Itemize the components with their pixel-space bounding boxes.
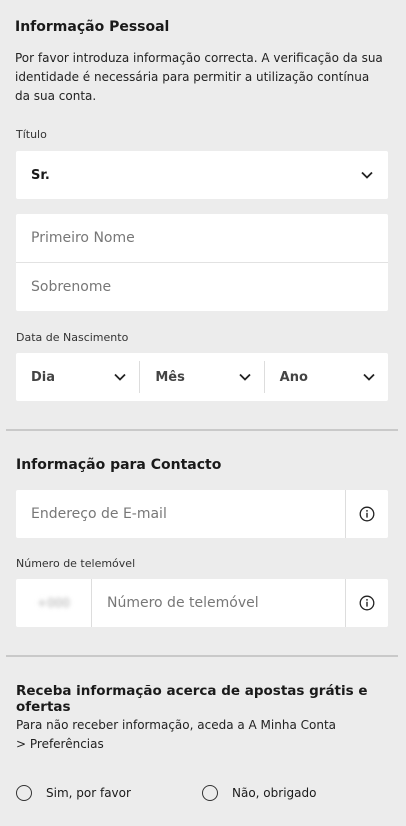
phone-prefix-value: +000 (37, 596, 70, 610)
opt-in-yes[interactable]: Sim, por favor (16, 785, 131, 801)
dob-label: Data de Nascimento (16, 331, 129, 344)
chevron-down-icon (361, 171, 373, 179)
info-icon (359, 506, 375, 522)
dob-month-label: Mês (155, 369, 185, 385)
dob-day-label: Dia (31, 369, 56, 385)
email-info-button[interactable] (345, 490, 388, 538)
dob-year-label: Ano (279, 369, 308, 385)
chevron-down-icon (114, 373, 126, 381)
phone-row: +000 Número de telemóvel (16, 579, 388, 627)
dob-month-select[interactable]: Mês (139, 361, 263, 393)
radio-yes[interactable] (16, 785, 32, 801)
section-divider (6, 429, 398, 431)
info-icon (359, 595, 375, 611)
contact-title: Informação para Contacto (16, 457, 222, 473)
phone-field[interactable]: Número de telemóvel (92, 579, 345, 627)
chevron-down-icon (363, 373, 375, 381)
titulo-value: Sr. (31, 167, 50, 183)
offers-title: Receba informação acerca de apostas grát… (16, 683, 368, 715)
phone-label: Número de telemóvel (16, 557, 136, 570)
opt-in-no[interactable]: Não, obrigado (202, 785, 316, 801)
personal-info-section: Informação Pessoal Por favor introduza i… (0, 19, 406, 106)
dob-selects: Dia Mês Ano (16, 353, 388, 401)
personal-info-title: Informação Pessoal (15, 19, 170, 35)
radio-no[interactable] (202, 785, 218, 801)
opt-in-yes-label: Sim, por favor (46, 786, 131, 800)
titulo-select[interactable]: Sr. (16, 151, 388, 199)
opt-in-no-label: Não, obrigado (232, 786, 317, 800)
last-name-field[interactable]: Sobrenome (16, 263, 388, 311)
dob-day-select[interactable]: Dia (16, 361, 139, 393)
name-fields: Primeiro Nome Sobrenome (16, 214, 388, 311)
titulo-label: Título (16, 128, 47, 141)
personal-info-description: Por favor introduza informação correcta.… (15, 51, 383, 103)
email-row: Endereço de E-mail (16, 490, 388, 538)
first-name-field[interactable]: Primeiro Nome (16, 214, 388, 263)
phone-info-button[interactable] (345, 579, 388, 627)
dob-year-select[interactable]: Ano (263, 361, 388, 393)
email-field[interactable]: Endereço de E-mail (16, 490, 345, 538)
section-divider (6, 655, 398, 657)
offers-description: Para não receber informação, aceda a A M… (16, 718, 337, 751)
phone-prefix[interactable]: +000 (16, 579, 92, 627)
chevron-down-icon (239, 373, 251, 381)
